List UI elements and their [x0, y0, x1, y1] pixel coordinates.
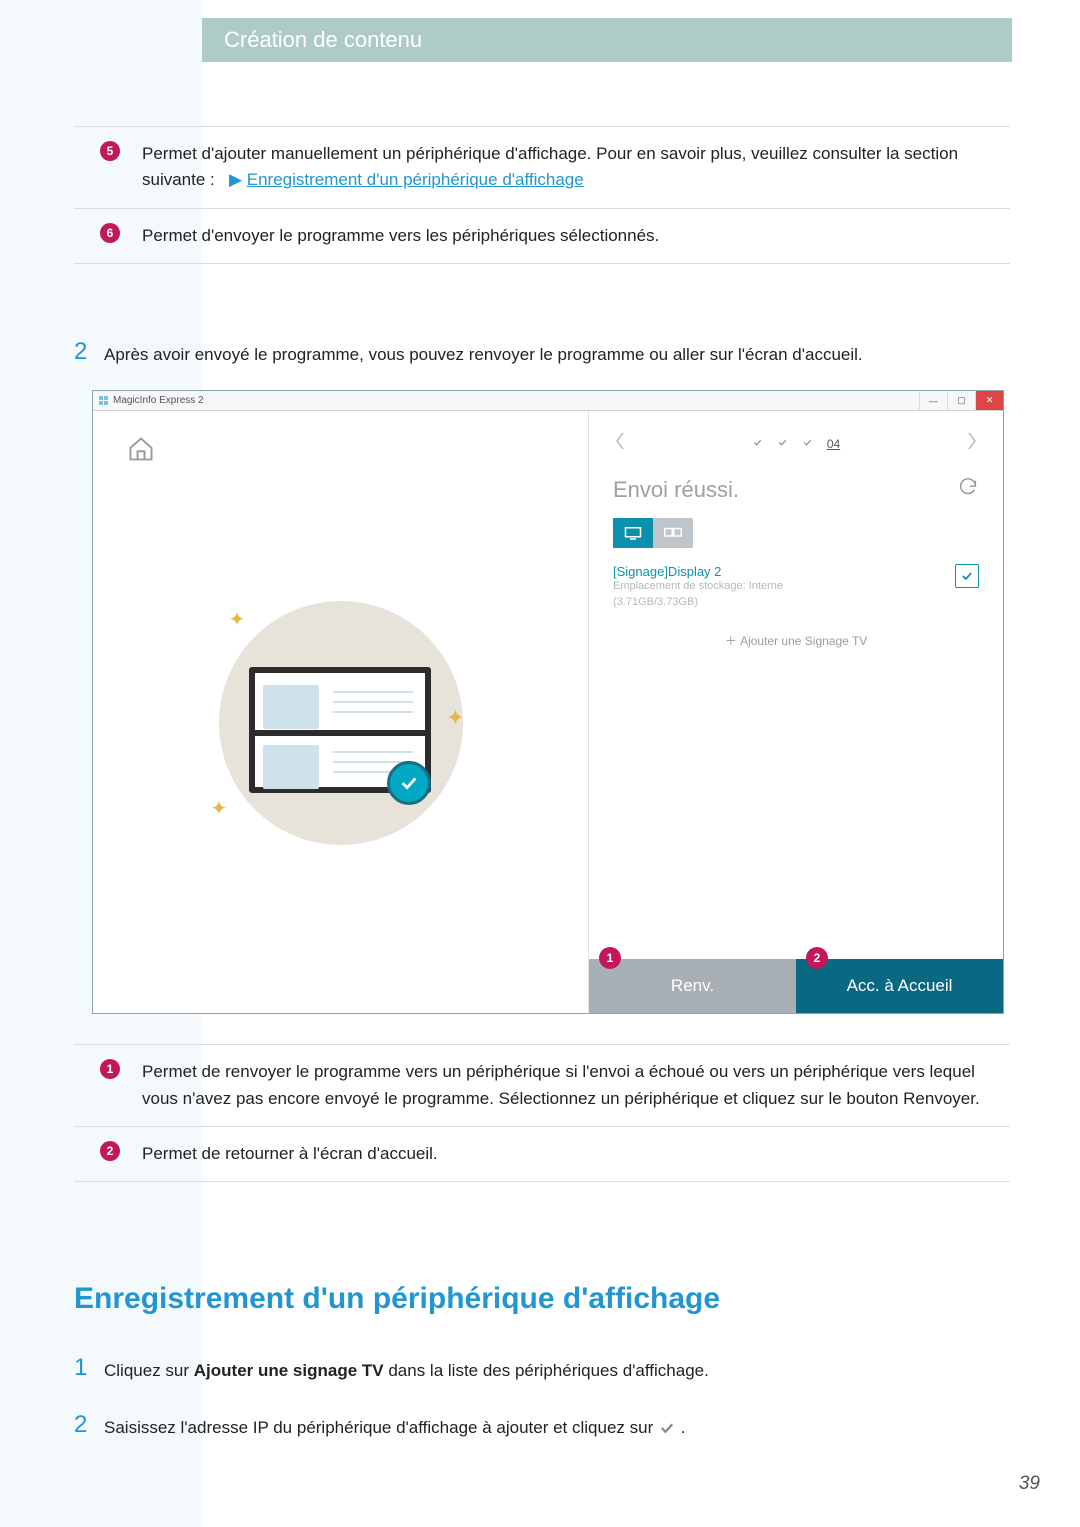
step-current: 04: [827, 437, 840, 451]
step-bold: Ajouter une signage TV: [194, 1361, 384, 1380]
step-text: Après avoir envoyé le programme, vous po…: [104, 338, 1010, 368]
home-icon[interactable]: [127, 435, 155, 463]
step-check-icon: [777, 437, 788, 451]
resend-button[interactable]: 1 Renv.: [589, 959, 796, 1013]
step-number: 2: [74, 1411, 104, 1441]
chevron-left-icon[interactable]: [613, 429, 627, 458]
triangle-icon: ▶: [229, 170, 242, 189]
close-icon[interactable]: ✕: [975, 391, 1003, 410]
window-controls: — ▢ ✕: [919, 391, 1003, 410]
pane-title: Envoi réussi.: [613, 477, 739, 503]
table-row: 6 Permet d'envoyer le programme vers les…: [74, 209, 1010, 263]
header-title: Création de contenu: [224, 27, 422, 53]
row-text: Permet d'envoyer le programme vers les p…: [142, 223, 1010, 249]
chevron-right-icon[interactable]: [965, 429, 979, 458]
window-titlebar: MagicInfo Express 2 — ▢ ✕: [93, 391, 1003, 411]
success-illustration: ✦ ✦ ✦: [219, 601, 463, 845]
refresh-icon[interactable]: [957, 476, 979, 504]
monitor-icon: [249, 667, 431, 793]
section-heading: Enregistrement d'un périphérique d'affic…: [74, 1282, 1010, 1316]
step-text: .: [681, 1418, 686, 1437]
check-icon: [658, 1419, 676, 1437]
bullet-2-icon: 2: [100, 1141, 120, 1161]
table-row: 1 Permet de renvoyer le programme vers u…: [74, 1045, 1010, 1126]
register-link[interactable]: Enregistrement d'un périphérique d'affic…: [247, 170, 584, 189]
callout-1: 1: [599, 947, 621, 969]
app-screenshot: MagicInfo Express 2 — ▢ ✕ ✦ ✦ ✦: [92, 390, 1004, 1014]
sparkle-icon: ✦: [229, 607, 246, 632]
top-table: 5 Permet d'ajouter manuellement un périp…: [74, 126, 1010, 264]
sparkle-icon: ✦: [211, 796, 228, 821]
bullet-1-icon: 1: [100, 1059, 120, 1079]
table-row: 5 Permet d'ajouter manuellement un périp…: [74, 127, 1010, 208]
step-indicator: 04: [752, 437, 840, 451]
go-home-label: Acc. à Accueil: [847, 976, 953, 996]
row-text: Permet de renvoyer le programme vers un …: [142, 1059, 1010, 1112]
bullet-5-icon: 5: [100, 141, 120, 161]
table-row: 2 Permet de retourner à l'écran d'accuei…: [74, 1127, 1010, 1181]
device-tabs: [613, 518, 693, 548]
step-check-icon: [802, 437, 813, 451]
device-check-icon[interactable]: [955, 564, 979, 588]
maximize-icon[interactable]: ▢: [947, 391, 975, 410]
step-text: Cliquez sur: [104, 1361, 194, 1380]
callout-2: 2: [806, 947, 828, 969]
device-storage: Emplacement de stockage: Interne: [613, 579, 783, 594]
step-check-icon: [752, 437, 763, 451]
step-row: 2 Saisissez l'adresse IP du périphérique…: [74, 1411, 1010, 1441]
go-home-button[interactable]: 2 Acc. à Accueil: [796, 959, 1003, 1013]
ribbon-check-icon: [387, 761, 431, 805]
bullet-6-icon: 6: [100, 223, 120, 243]
row-text: Permet de retourner à l'écran d'accueil.: [142, 1141, 1010, 1167]
app-logo-icon: [99, 396, 109, 406]
device-storage-size: (3.71GB/3.73GB): [613, 595, 783, 610]
resend-label: Renv.: [671, 976, 714, 996]
device-name: [Signage]Display 2: [613, 564, 783, 579]
header-band: Création de contenu: [202, 18, 1012, 62]
tab-dual-icon[interactable]: [653, 518, 693, 548]
step-text: dans la liste des périphériques d'affich…: [384, 1361, 709, 1380]
window-title: MagicInfo Express 2: [113, 395, 204, 406]
sparkle-icon: ✦: [446, 705, 464, 731]
bottom-table: 1 Permet de renvoyer le programme vers u…: [74, 1044, 1010, 1182]
device-item[interactable]: [Signage]Display 2 Emplacement de stocka…: [613, 564, 979, 610]
step-text: Saisissez l'adresse IP du périphérique d…: [104, 1418, 658, 1437]
plus-icon: ＋: [725, 634, 737, 648]
step-row: 2 Après avoir envoyé le programme, vous …: [74, 338, 1010, 368]
step-number: 2: [74, 338, 104, 368]
step-number: 1: [74, 1354, 104, 1384]
step-row: 1 Cliquez sur Ajouter une signage TV dan…: [74, 1354, 1010, 1384]
page-number: 39: [1019, 1473, 1040, 1495]
minimize-icon[interactable]: —: [919, 391, 947, 410]
add-signage-button[interactable]: ＋ Ajouter une Signage TV: [589, 632, 1003, 649]
tab-monitor-icon[interactable]: [613, 518, 653, 548]
